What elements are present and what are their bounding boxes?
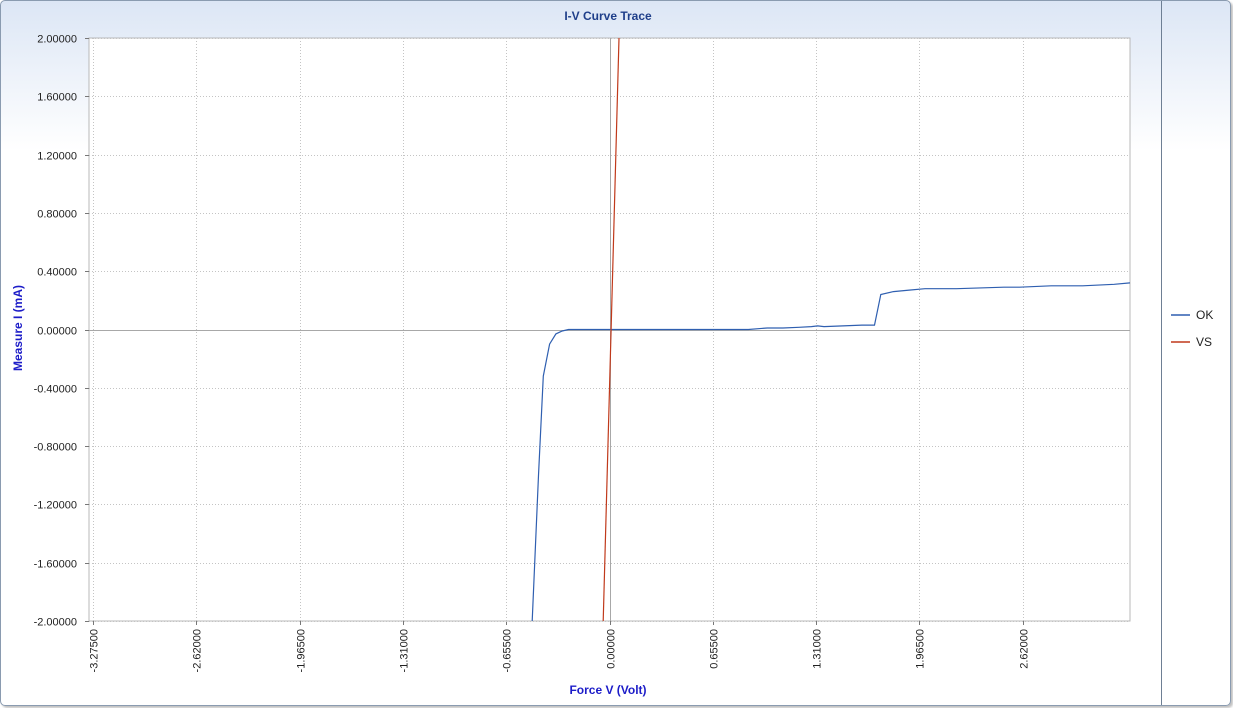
x-tick-label: -1.31000 — [399, 629, 411, 672]
x-tick-label: -3.27500 — [89, 629, 101, 672]
y-tick-label: 2.00000 — [37, 34, 77, 46]
iv-curve-chart: I-V Curve Trace -3.27500 -2.62000 -1.96500… — [11, 9, 1213, 697]
y-tick-label: -1.60000 — [34, 559, 77, 571]
legend-label-ok: OK — [1196, 308, 1213, 322]
x-tick-label: 1.96500 — [915, 629, 927, 669]
x-tick-label: -1.96500 — [296, 629, 308, 672]
x-tick-label: 0.00000 — [606, 629, 618, 669]
x-tick-label: 1.31000 — [812, 629, 824, 669]
x-tick-label: 2.62000 — [1019, 629, 1031, 669]
grid — [85, 37, 1131, 625]
x-tick-label: 0.65500 — [709, 629, 721, 669]
x-tick-label: -2.62000 — [192, 629, 204, 672]
y-tick-label: -1.20000 — [34, 500, 77, 512]
y-tick-label: 1.20000 — [37, 151, 77, 163]
legend: OK VS — [1171, 308, 1213, 349]
chart-title: I-V Curve Trace — [564, 9, 652, 23]
y-tick-label: 0.80000 — [37, 209, 77, 221]
y-tick-label: -0.80000 — [34, 442, 77, 454]
x-axis-label: Force V (Volt) — [569, 683, 646, 697]
y-tick-label: 1.60000 — [37, 92, 77, 104]
legend-label-vs: VS — [1196, 335, 1212, 349]
x-tick-label: -0.65500 — [502, 629, 514, 672]
y-axis-label: Measure I (mA) — [11, 285, 25, 371]
y-tick-label: 0.00000 — [37, 326, 77, 338]
y-tick-label: 0.40000 — [37, 267, 77, 279]
y-tick-label: -2.00000 — [34, 617, 77, 629]
y-tick-label: -0.40000 — [34, 384, 77, 396]
